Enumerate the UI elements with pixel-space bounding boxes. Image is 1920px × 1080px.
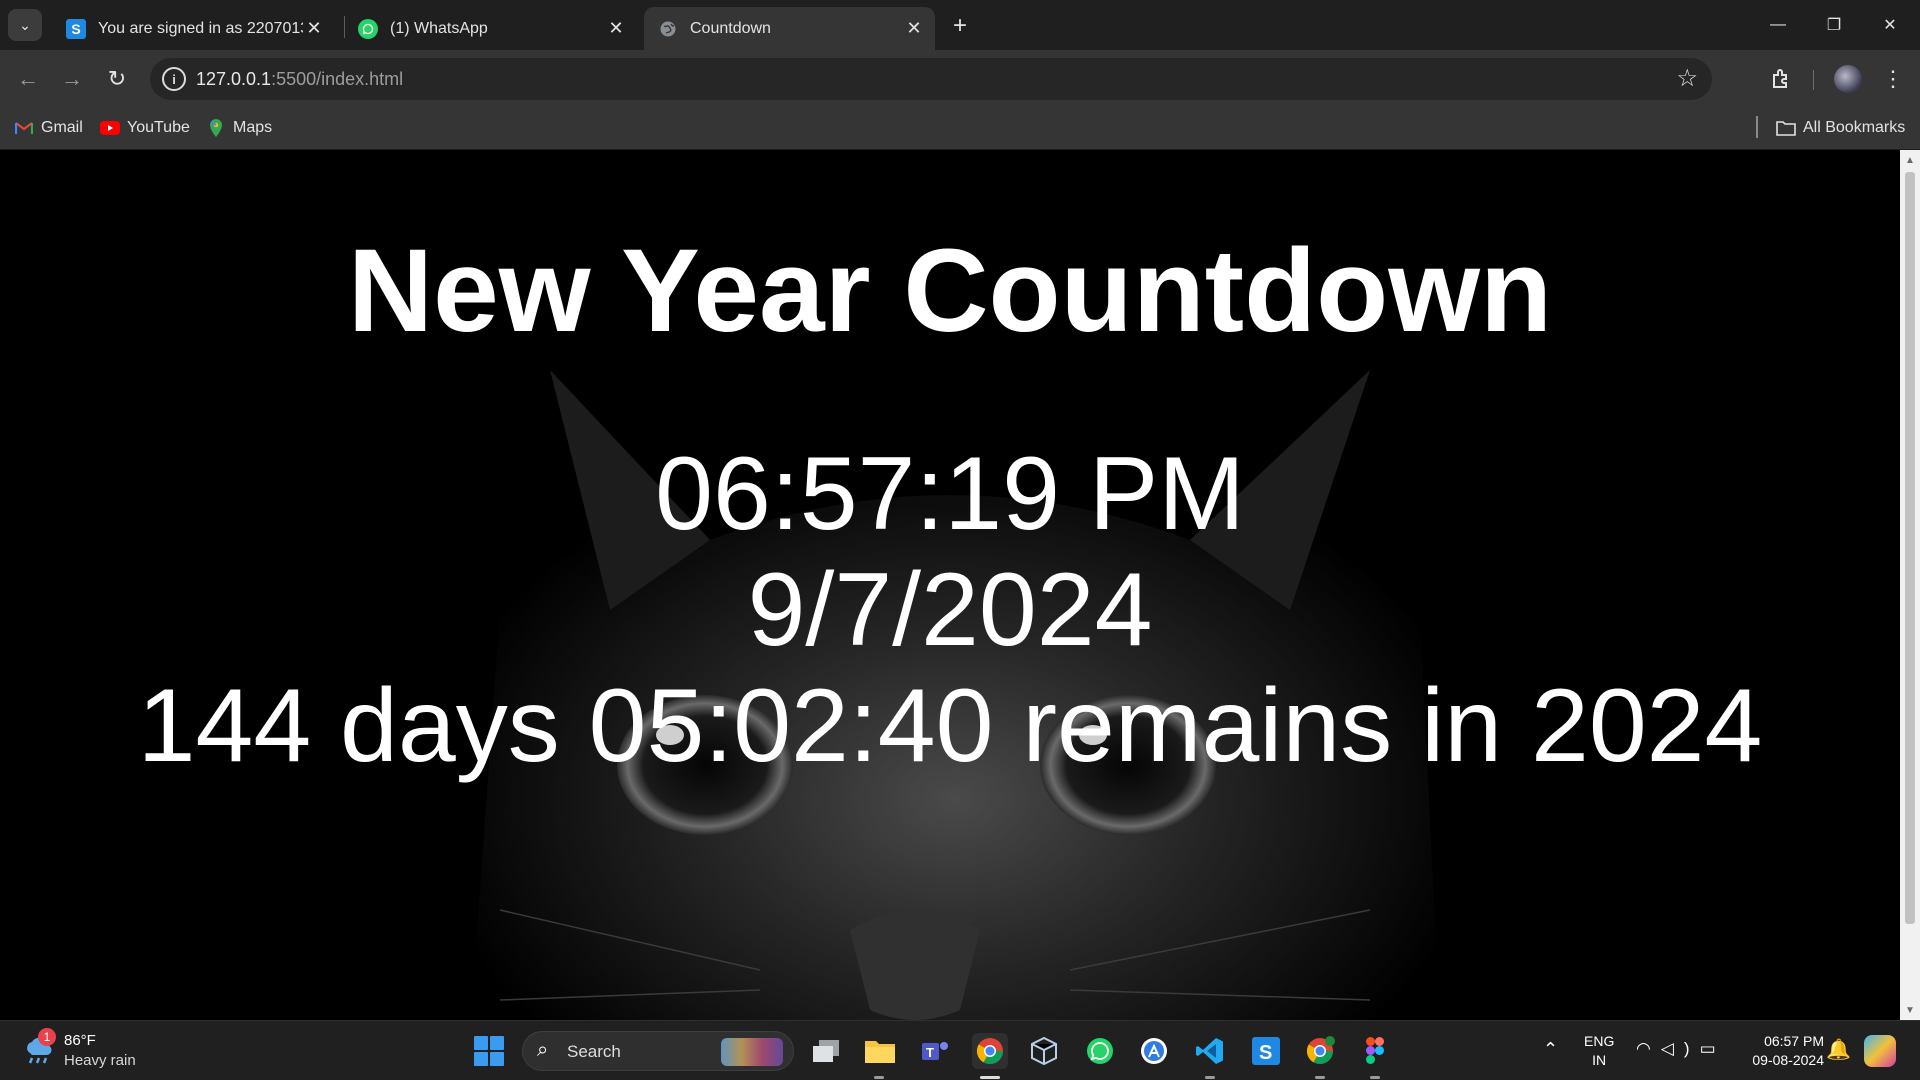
file-explorer-icon[interactable]	[862, 1033, 898, 1069]
close-window-button[interactable]: ✕	[1862, 0, 1918, 50]
bookmark-gmail[interactable]: Gmail	[14, 118, 83, 138]
site-info-icon[interactable]: i	[162, 67, 186, 91]
url-text[interactable]: 127.0.0.1:5500/index.html	[196, 69, 403, 90]
start-windows-icon[interactable]	[474, 1036, 504, 1066]
plus-icon: +	[952, 12, 967, 39]
tab-countdown[interactable]: Countdown ✕	[644, 7, 935, 50]
folder-icon	[1776, 118, 1796, 138]
volume-icon: ◁)	[1660, 1039, 1700, 1058]
weather-description[interactable]: Heavy rain	[64, 1052, 136, 1069]
tab-search-button[interactable]: ⌄	[8, 9, 42, 41]
minimize-icon: —	[1770, 16, 1786, 33]
bell-icon[interactable]: 🔔	[1826, 1037, 1851, 1062]
profile-avatar[interactable]	[1834, 65, 1862, 93]
chrome-icon[interactable]	[972, 1033, 1008, 1069]
bookmark-label: All Bookmarks	[1803, 119, 1906, 136]
svg-text:S: S	[1259, 1042, 1272, 1064]
teams-icon[interactable]: T	[917, 1033, 953, 1069]
reload-button[interactable]: ↻	[100, 62, 134, 96]
taskbar-search[interactable]: ⌕ Search	[522, 1031, 794, 1071]
tab-signed-in[interactable]: S You are signed in as 220701313 ✕	[52, 7, 335, 50]
tab-strip: ⌄ S You are signed in as 220701313 ✕ (1)…	[0, 0, 1920, 50]
page-viewport: New Year Countdown 06:57:19 PM 9/7/2024 …	[0, 150, 1900, 1020]
back-button[interactable]: ←	[11, 62, 45, 96]
skillrack-icon: S	[66, 18, 86, 39]
running-indicator	[1370, 1076, 1380, 1079]
whatsapp-icon	[358, 18, 378, 39]
tab-title: Countdown	[690, 19, 771, 37]
bookmarks-bar: Gmail YouTube Maps All Bookmarks	[0, 108, 1920, 150]
maps-icon	[206, 118, 226, 138]
extensions-icon[interactable]	[1764, 62, 1798, 96]
virtualbox-icon[interactable]	[1026, 1033, 1062, 1069]
system-tray[interactable]: ◠◁)▭	[1636, 1039, 1726, 1059]
figma-icon[interactable]	[1357, 1033, 1393, 1069]
all-bookmarks[interactable]: All Bookmarks	[1776, 118, 1905, 138]
tab-title: You are signed in as 220701313	[98, 19, 303, 37]
battery-icon: ▭	[1699, 1039, 1726, 1058]
close-icon[interactable]: ✕	[303, 18, 325, 40]
menu-kebab-icon[interactable]: ⋮	[1876, 62, 1910, 96]
vscode-icon[interactable]	[1192, 1033, 1228, 1069]
skillrack-icon[interactable]: S	[1248, 1033, 1284, 1069]
bookmark-label: YouTube	[127, 119, 190, 136]
scroll-thumb[interactable]	[1905, 172, 1915, 924]
bookmark-label: Gmail	[41, 119, 83, 136]
current-date: 9/7/2024	[747, 552, 1153, 668]
bookmark-label: Maps	[233, 119, 273, 136]
new-tab-button[interactable]: +	[946, 12, 974, 40]
forward-arrow-icon: →	[61, 66, 83, 91]
notification-badge: 1	[38, 1028, 56, 1046]
whatsapp-icon[interactable]	[1082, 1033, 1118, 1069]
page-scrollbar[interactable]: ▲ ▼	[1900, 150, 1920, 1020]
forward-button[interactable]: →	[55, 62, 89, 96]
chevron-down-icon: ⌄	[19, 16, 31, 33]
page-title: New Year Countdown	[347, 225, 1553, 357]
youtube-icon	[100, 118, 120, 138]
bookmark-maps[interactable]: Maps	[206, 118, 272, 138]
address-bar[interactable]: i 127.0.0.1:5500/index.html ☆	[150, 58, 1712, 100]
gmail-icon	[14, 118, 34, 138]
running-indicator	[1205, 1076, 1215, 1079]
chrome-profile-icon[interactable]	[1302, 1033, 1338, 1069]
countdown-remaining: 144 days 05:02:40 remains in 2024	[137, 668, 1763, 784]
copilot-icon[interactable]	[1864, 1035, 1896, 1067]
wifi-icon: ◠	[1636, 1039, 1661, 1058]
svg-text:T: T	[926, 1045, 934, 1060]
globe-icon	[658, 19, 678, 39]
search-label: Search	[567, 1042, 621, 1061]
language-indicator[interactable]: ENG IN	[1584, 1032, 1614, 1070]
chevron-up-icon[interactable]: ⌃	[1543, 1039, 1558, 1060]
bookmarks-divider	[1756, 116, 1758, 138]
running-indicator	[1315, 1076, 1325, 1079]
restore-icon: ❐	[1826, 17, 1842, 34]
toolbar-divider	[1813, 70, 1814, 90]
scroll-down-icon[interactable]: ▼	[1904, 1004, 1916, 1016]
back-arrow-icon: ←	[17, 66, 39, 91]
system-clock[interactable]: 06:57 PM 09-08-2024	[1734, 1032, 1824, 1070]
current-time: 06:57:19 PM	[655, 436, 1245, 552]
scroll-up-icon[interactable]: ▲	[1904, 154, 1916, 166]
bookmark-star-icon[interactable]: ☆	[1676, 64, 1698, 93]
taskbar: 1 86°F Heavy rain ⌕ Search T S ⌃ ENG IN …	[0, 1020, 1920, 1080]
search-icon: ⌕	[537, 1039, 549, 1061]
toolbar: ← → ↻ i 127.0.0.1:5500/index.html ☆ ⋮	[0, 50, 1920, 108]
bookmark-youtube[interactable]: YouTube	[100, 118, 190, 138]
close-icon[interactable]: ✕	[903, 18, 925, 40]
weather-temperature[interactable]: 86°F	[64, 1032, 96, 1049]
reload-icon: ↻	[107, 66, 127, 91]
minimize-button[interactable]: —	[1750, 0, 1806, 50]
browser-window: ⌄ S You are signed in as 220701313 ✕ (1)…	[0, 0, 1920, 1080]
app-store-icon[interactable]	[1136, 1033, 1172, 1069]
task-view-icon[interactable]	[808, 1033, 844, 1069]
tab-title: (1) WhatsApp	[390, 19, 488, 37]
restore-button[interactable]: ❐	[1806, 0, 1862, 50]
close-icon: ✕	[1883, 17, 1897, 34]
active-indicator	[980, 1076, 1000, 1079]
running-indicator	[874, 1076, 884, 1079]
search-highlight-image	[721, 1038, 783, 1066]
close-icon[interactable]: ✕	[605, 18, 627, 40]
tab-whatsapp[interactable]: (1) WhatsApp ✕	[344, 7, 637, 50]
